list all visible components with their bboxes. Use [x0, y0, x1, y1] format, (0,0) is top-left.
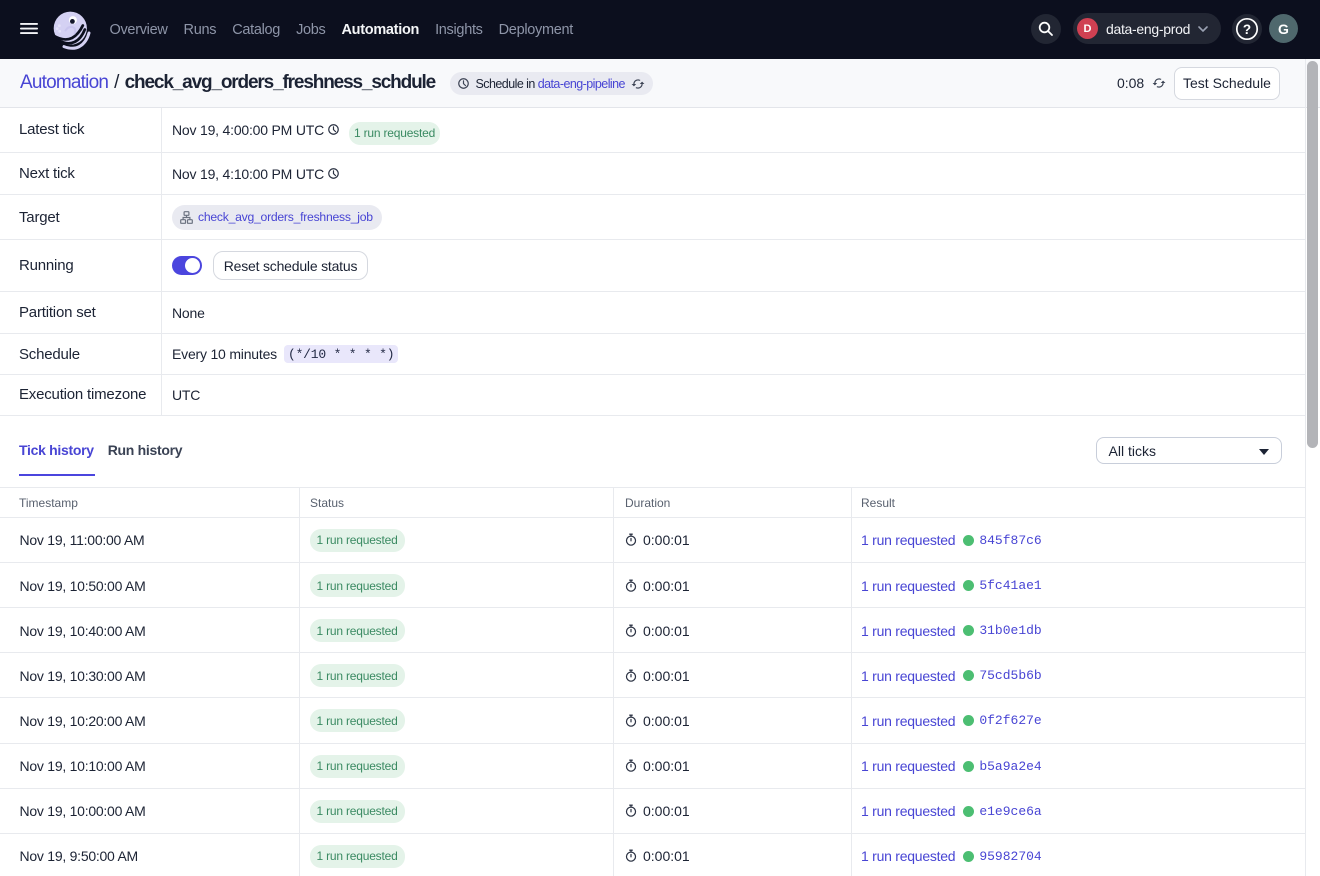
- svg-text:?: ?: [1243, 22, 1251, 37]
